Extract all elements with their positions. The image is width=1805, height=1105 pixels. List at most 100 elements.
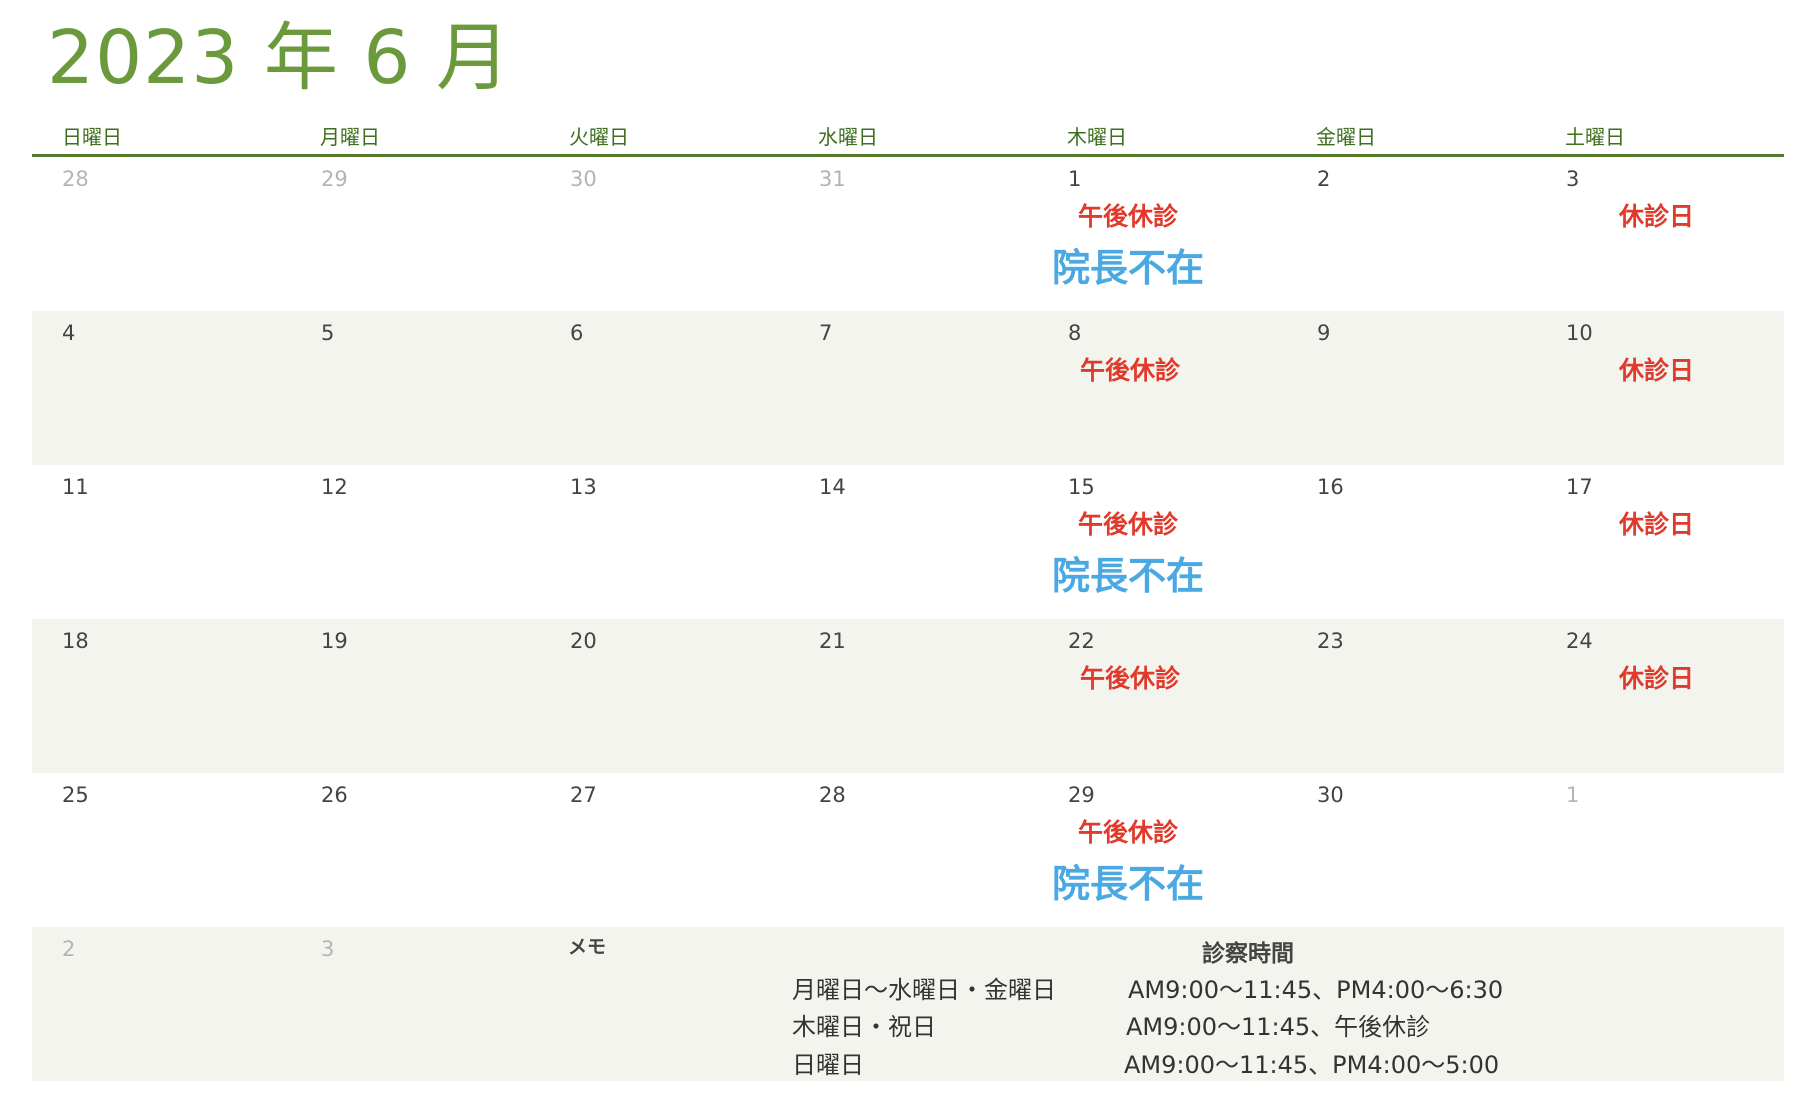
weekday-monday: 月曜日 <box>320 125 380 149</box>
memo-label: メモ <box>568 936 607 958</box>
hours-time: AM9:00～11:45、PM4:00～6:30 <box>1128 976 1504 1004</box>
hours-days: 日曜日 <box>792 1051 864 1079</box>
event-closed-day: 休診日 <box>1619 664 1695 693</box>
day-cell[interactable]: 26 <box>291 773 540 927</box>
event-afternoon-closed: 午後休診 <box>1078 202 1179 231</box>
calendar-grid: 28 29 30 31 1 午後休診 院長不在 2 3 休診日 4 5 6 7 … <box>32 157 1784 1084</box>
hours-title: 診察時間 <box>1202 941 1294 967</box>
day-number: 29 <box>1068 783 1095 807</box>
event-director-absent: 院長不在 <box>1052 246 1205 290</box>
hours-row: 木曜日・祝日 AM9:00～11:45、午後休診 <box>792 1007 1692 1043</box>
day-cell[interactable]: 17 休診日 <box>1536 465 1784 619</box>
day-number: 23 <box>1317 629 1344 653</box>
day-number: 30 <box>570 167 597 191</box>
day-number: 26 <box>321 783 348 807</box>
day-cell[interactable]: 9 <box>1287 311 1536 465</box>
day-number: 1 <box>1566 783 1580 807</box>
day-cell[interactable]: 29 午後休診 院長不在 <box>1038 773 1287 927</box>
weekday-saturday: 土曜日 <box>1565 125 1625 149</box>
weekday-thursday: 木曜日 <box>1067 125 1127 149</box>
day-cell[interactable]: 18 <box>32 619 291 773</box>
weekday-header: 日曜日 月曜日 火曜日 水曜日 木曜日 金曜日 土曜日 <box>32 118 1784 157</box>
week-row: 4 5 6 7 8 午後休診 9 10 休診日 <box>32 311 1784 465</box>
day-number: 14 <box>819 475 846 499</box>
day-number: 24 <box>1566 629 1593 653</box>
day-cell[interactable]: 25 <box>32 773 291 927</box>
day-cell[interactable]: 10 休診日 <box>1536 311 1784 465</box>
day-cell[interactable]: 30 <box>540 157 789 311</box>
day-cell[interactable]: 23 <box>1287 619 1536 773</box>
day-cell[interactable]: 24 休診日 <box>1536 619 1784 773</box>
day-cell[interactable]: 16 <box>1287 465 1536 619</box>
day-number: 10 <box>1566 321 1593 345</box>
day-number: 11 <box>62 475 89 499</box>
day-cell[interactable]: 7 <box>789 311 1038 465</box>
event-afternoon-closed: 午後休診 <box>1078 818 1179 847</box>
day-cell[interactable]: 29 <box>291 157 540 311</box>
hours-time: AM9:00～11:45、午後休診 <box>1126 1013 1431 1041</box>
event-closed-day: 休診日 <box>1619 356 1695 385</box>
day-cell[interactable]: 22 午後休診 <box>1038 619 1287 773</box>
day-cell[interactable]: 28 <box>32 157 291 311</box>
day-number: 12 <box>321 475 348 499</box>
day-number: 3 <box>1566 167 1580 191</box>
day-number: 2 <box>1317 167 1331 191</box>
day-cell[interactable]: 1 午後休診 院長不在 <box>1038 157 1287 311</box>
day-number: 13 <box>570 475 597 499</box>
day-cell[interactable]: 6 <box>540 311 789 465</box>
page-title: 2023 年 6 月 <box>47 15 511 101</box>
event-closed-day: 休診日 <box>1619 202 1695 231</box>
weekday-sunday: 日曜日 <box>62 125 122 149</box>
day-number: 20 <box>570 629 597 653</box>
day-number: 15 <box>1068 475 1095 499</box>
day-number: 28 <box>819 783 846 807</box>
day-number: 4 <box>62 321 76 345</box>
day-number: 17 <box>1566 475 1593 499</box>
day-number: 21 <box>819 629 846 653</box>
day-number: 6 <box>570 321 584 345</box>
day-number: 31 <box>819 167 846 191</box>
weekday-friday: 金曜日 <box>1316 125 1376 149</box>
week-row: 28 29 30 31 1 午後休診 院長不在 2 3 休診日 <box>32 157 1784 311</box>
day-cell[interactable]: 12 <box>291 465 540 619</box>
day-cell[interactable]: 3 休診日 <box>1536 157 1784 311</box>
day-cell[interactable]: 27 <box>540 773 789 927</box>
day-cell[interactable]: 14 <box>789 465 1038 619</box>
day-cell[interactable]: 19 <box>291 619 540 773</box>
day-number: 3 <box>321 937 335 961</box>
day-number: 30 <box>1317 783 1344 807</box>
day-cell[interactable]: 20 <box>540 619 789 773</box>
day-number: 8 <box>1068 321 1082 345</box>
day-cell[interactable]: 3 <box>291 927 540 1081</box>
day-cell[interactable]: 31 <box>789 157 1038 311</box>
hours-time: AM9:00～11:45、PM4:00～5:00 <box>1124 1051 1500 1079</box>
day-cell[interactable]: 11 <box>32 465 291 619</box>
event-closed-day: 休診日 <box>1619 510 1695 539</box>
day-cell[interactable]: 13 <box>540 465 789 619</box>
day-cell[interactable]: 28 <box>789 773 1038 927</box>
hours-days: 木曜日・祝日 <box>792 1013 936 1041</box>
day-cell[interactable]: 21 <box>789 619 1038 773</box>
day-number: 25 <box>62 783 89 807</box>
day-number: 18 <box>62 629 89 653</box>
day-number: 5 <box>321 321 335 345</box>
event-afternoon-closed: 午後休診 <box>1078 510 1179 539</box>
day-number: 28 <box>62 167 89 191</box>
event-afternoon-closed: 午後休診 <box>1080 356 1181 385</box>
hours-days: 月曜日～水曜日・金曜日 <box>792 976 1056 1004</box>
event-director-absent: 院長不在 <box>1052 862 1205 906</box>
day-cell[interactable]: 1 <box>1536 773 1784 927</box>
day-number: 7 <box>819 321 833 345</box>
day-number: 19 <box>321 629 348 653</box>
day-cell[interactable]: 2 <box>1287 157 1536 311</box>
day-cell[interactable]: 15 午後休診 院長不在 <box>1038 465 1287 619</box>
day-number: 1 <box>1068 167 1082 191</box>
day-cell[interactable]: 4 <box>32 311 291 465</box>
day-number: 22 <box>1068 629 1095 653</box>
day-cell[interactable]: 2 <box>32 927 291 1081</box>
day-cell[interactable]: 5 <box>291 311 540 465</box>
day-cell[interactable]: 30 <box>1287 773 1536 927</box>
week-row: 11 12 13 14 15 午後休診 院長不在 16 17 休診日 <box>32 465 1784 619</box>
weekday-wednesday: 水曜日 <box>818 125 878 149</box>
day-cell[interactable]: 8 午後休診 <box>1038 311 1287 465</box>
